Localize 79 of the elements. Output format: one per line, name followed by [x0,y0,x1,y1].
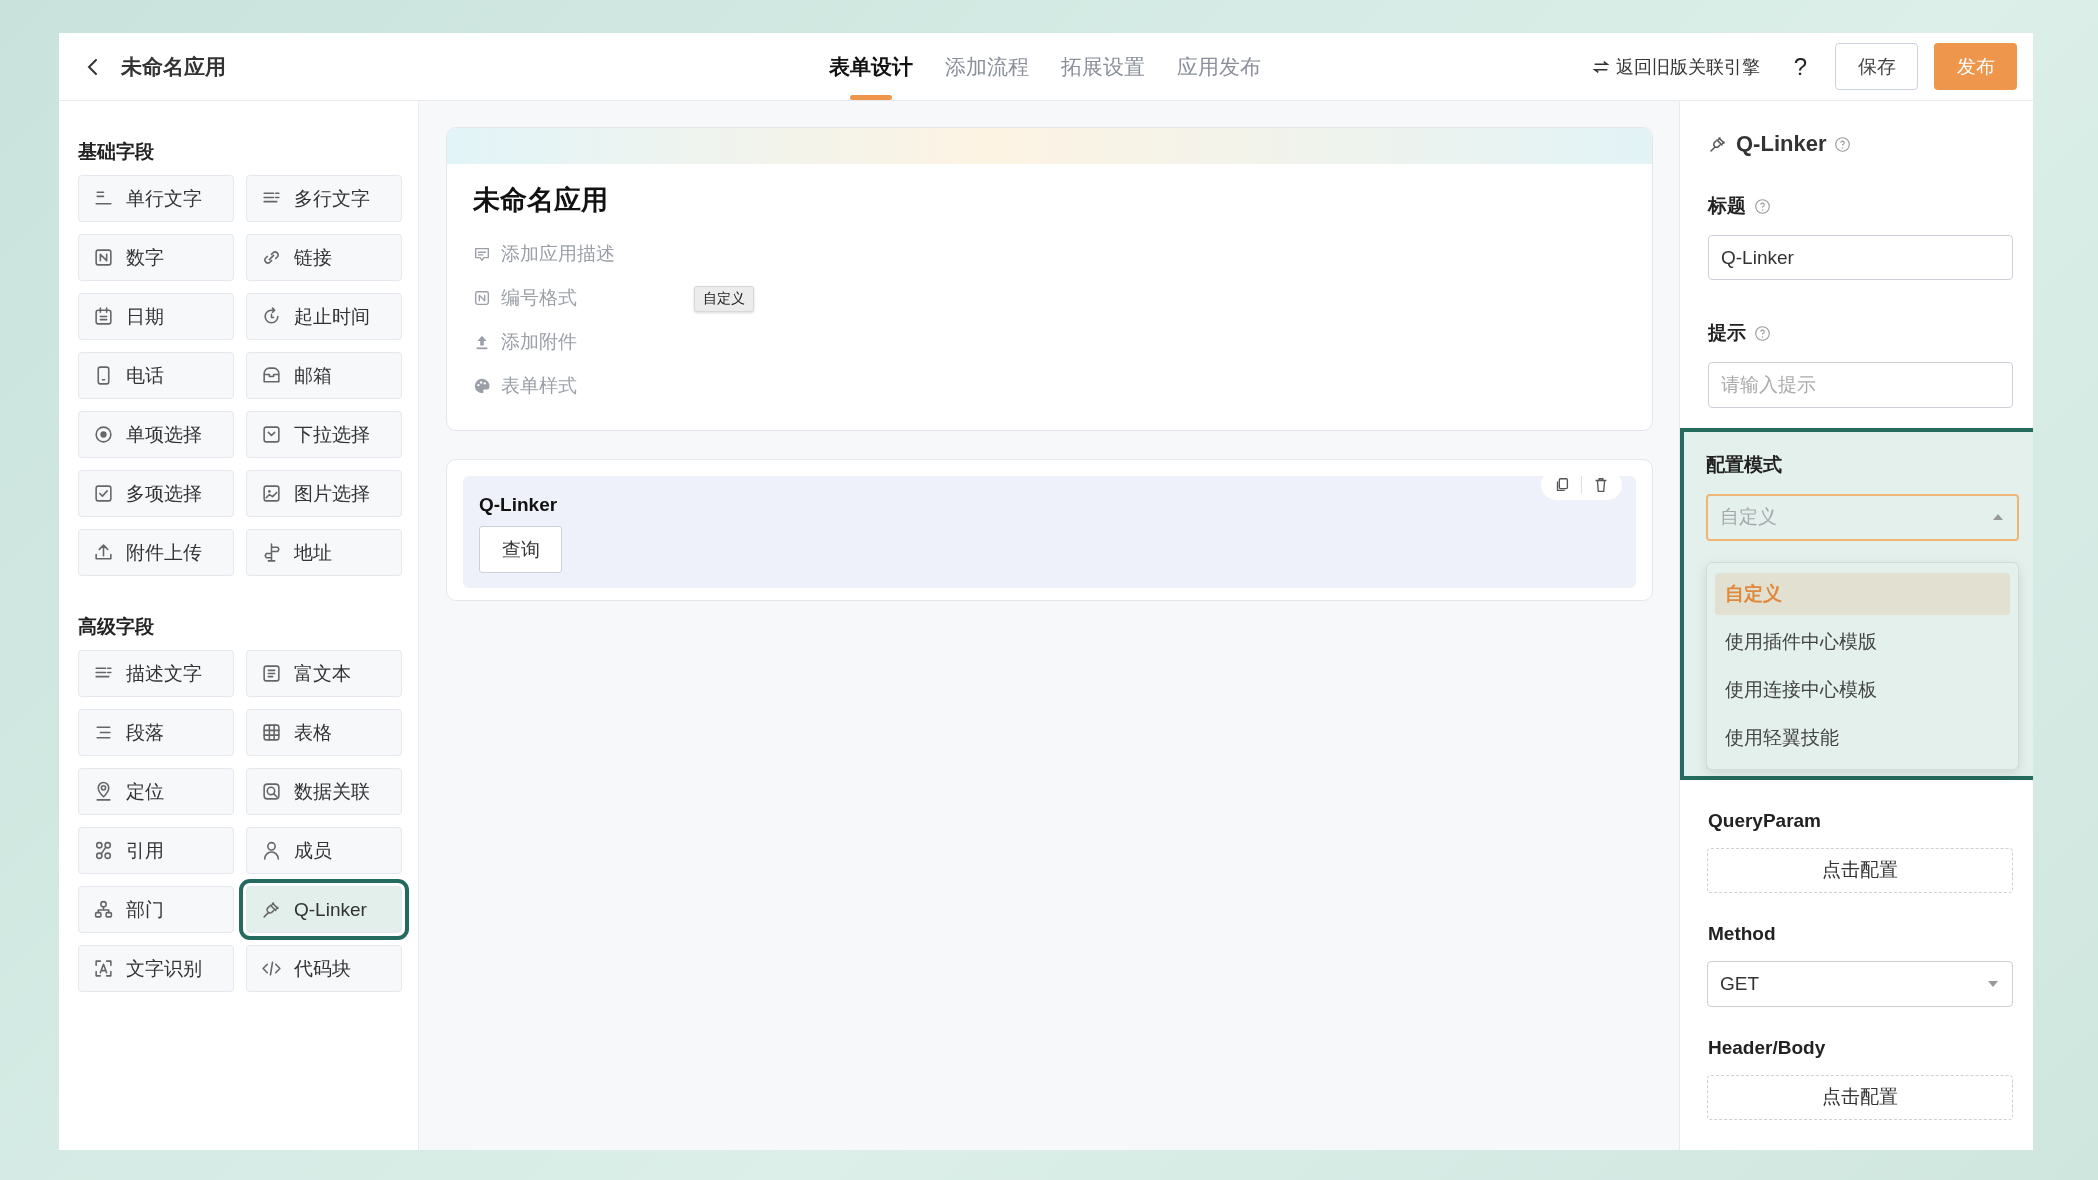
field-type-item[interactable]: 富文本 [246,650,402,697]
configure-button[interactable]: 点击配置 [1707,847,2013,894]
caret-icon [1993,514,2003,521]
group-heading: 基础字段 [78,140,155,164]
calendar-icon [93,306,114,327]
field-type-item[interactable]: 下拉选择 [246,411,402,458]
caret-icon [1988,980,1998,987]
field-type-item[interactable]: 附件上传 [78,529,234,576]
signpost-icon [261,542,282,563]
field-type-item[interactable]: 段落 [78,709,234,756]
table-icon [261,722,282,743]
document-icon [261,663,282,684]
text-field[interactable]: 请输入提示 [1708,362,2013,408]
nodes-icon [93,840,114,861]
method-select[interactable]: GET [1707,961,2013,1007]
field-type-item[interactable]: 地址 [246,529,402,576]
property-label: QueryParam [1708,809,1821,832]
help-icon[interactable] [1834,135,1852,153]
field-type-item[interactable]: 电话 [78,352,234,399]
code-icon [261,958,282,979]
help-icon[interactable] [1754,197,1771,215]
dropdown-option[interactable]: 使用连接中心模板 [1715,668,2010,711]
field-type-item[interactable]: 描述文字 [78,650,234,697]
dropdown-icon [261,424,282,445]
field-type-item[interactable]: 日期 [78,293,234,340]
field-type-item[interactable]: 引用 [78,827,234,874]
save-button[interactable]: 保存 [1835,43,1918,90]
field-type-item[interactable]: 代码块 [246,945,402,992]
legacy-engine-link[interactable]: 返回旧版关联引擎 [1585,53,1766,80]
configure-button[interactable]: 点击配置 [1707,1074,2013,1120]
property-label: Header/Body [1708,1036,1826,1059]
dropdown-option[interactable]: 使用轻翼技能 [1715,716,2010,759]
dropdown-option[interactable]: 使用插件中心模版 [1715,620,2010,663]
form-title: 未命名应用 [473,184,609,217]
group-heading: 高级字段 [78,615,155,639]
field-type-item[interactable]: 文字识别 [78,945,234,992]
field-type-item[interactable]: 单项选择 [78,411,234,458]
plug-icon [1708,134,1728,154]
square-icon [93,247,114,268]
search-icon [261,781,282,802]
image-icon [261,483,282,504]
field-type-item[interactable]: 定位 [78,768,234,815]
field-type-item[interactable]: 数字 [78,234,234,281]
clock-icon [261,306,282,327]
plug-icon [261,899,282,920]
scan-icon [93,958,114,979]
upload-icon [93,542,114,563]
help-icon[interactable] [1754,324,1771,342]
field-type-item[interactable]: 图片选择 [246,470,402,517]
field-type-item[interactable]: 起止时间 [246,293,402,340]
app-name: 未命名应用 [121,53,226,80]
help-button[interactable]: ? [1781,52,1819,81]
field-type-item[interactable]: 链接 [246,234,402,281]
property-label: 提示 [1708,321,1746,346]
text-field[interactable]: Q-Linker [1708,235,2013,281]
square-icon [473,289,491,307]
tab[interactable]: 表单设计 [819,33,923,100]
property-label: 标题 [1708,194,1746,218]
field-type-item[interactable]: 多行文字 [246,175,402,222]
person-icon [261,840,282,861]
org-chart-icon [93,899,114,920]
field-type-item[interactable]: 多项选择 [78,470,234,517]
field-type-item[interactable]: 成员 [246,827,402,874]
field-type-item[interactable]: 数据关联 [246,768,402,815]
field-type-item[interactable]: 邮箱 [246,352,402,399]
property-label: 配置模式 [1706,452,1782,477]
component-title: Q-Linker [1736,131,1827,157]
field-type-item[interactable]: 单行文字 [78,175,234,222]
radio-icon [93,424,114,445]
comment-icon [473,245,491,263]
query-button[interactable]: 查询 [479,526,562,573]
field-type-item[interactable]: 表格 [246,709,402,756]
property-label: Method [1708,923,1776,946]
field-label: Q-Linker [479,494,559,516]
mailbox-icon [261,365,282,386]
palette-icon [473,377,491,395]
field-type-item[interactable]: 部门 [78,886,234,933]
checkbox-icon [93,483,114,504]
tooltip: 自定义 [694,286,754,312]
